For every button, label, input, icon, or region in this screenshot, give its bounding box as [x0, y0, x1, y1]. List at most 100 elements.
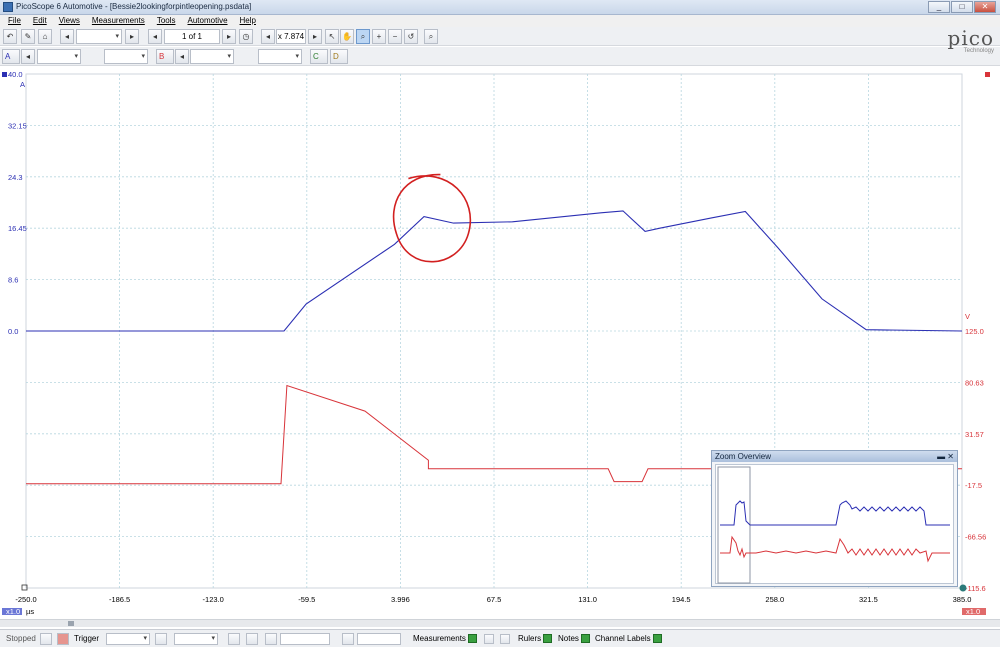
trigger-settings-icon[interactable]: [228, 633, 240, 645]
pretrigger-field[interactable]: [280, 633, 330, 645]
left-tick-label: 0.0: [8, 327, 18, 336]
x-tick-label: 67.5: [487, 595, 502, 604]
channel-c-button[interactable]: C: [310, 49, 328, 64]
next-button[interactable]: ▸: [125, 29, 139, 44]
stop-icon[interactable]: [57, 633, 69, 645]
minimize-button[interactable]: _: [928, 1, 950, 13]
trigger-delay-prev[interactable]: [342, 633, 354, 645]
notes-icon[interactable]: [580, 634, 590, 644]
channel-b-prev[interactable]: ◂: [175, 49, 189, 64]
zoom-out-icon[interactable]: −: [388, 29, 402, 44]
channel-a-button[interactable]: A: [2, 49, 20, 64]
back-icon[interactable]: ↶: [3, 29, 17, 44]
trigger-mode-select[interactable]: ▾: [106, 633, 150, 645]
zoom-in-icon[interactable]: +: [372, 29, 386, 44]
page-prev-button[interactable]: ◂: [148, 29, 162, 44]
left-tick-label: 16.45: [8, 224, 27, 233]
channel-a-range[interactable]: ▾: [37, 49, 81, 64]
trigger-delay-field[interactable]: [357, 633, 401, 645]
menu-edit[interactable]: Edit: [33, 15, 47, 27]
timebase-select[interactable]: ▾: [76, 29, 122, 44]
ruler-handle-right[interactable]: [959, 584, 967, 592]
trigger-edge-icon[interactable]: [155, 633, 167, 645]
menu-views[interactable]: Views: [59, 15, 80, 27]
horizontal-scrollbar[interactable]: [0, 619, 1000, 627]
x-tick-label: 258.0: [765, 595, 784, 604]
rulers-icon[interactable]: [543, 634, 553, 644]
x-axis-unit: µs: [26, 607, 34, 616]
overview-trace-b: [720, 535, 950, 563]
trigger-level-select[interactable]: ▾: [174, 633, 218, 645]
right-tick-label: -17.5: [965, 481, 982, 490]
channel-a-coupling[interactable]: ▾: [104, 49, 148, 64]
menu-bar: File Edit Views Measurements Tools Autom…: [0, 15, 1000, 27]
channel-a-prev[interactable]: ◂: [21, 49, 35, 64]
zoom-next-button[interactable]: ▸: [308, 29, 322, 44]
edit-measurement-icon[interactable]: [484, 634, 494, 644]
channel-labels-icon[interactable]: [652, 634, 662, 644]
channel-b-marker[interactable]: [985, 72, 990, 77]
hand-icon[interactable]: ✋: [340, 29, 354, 44]
close-button[interactable]: ✕: [974, 1, 996, 13]
zoom-area-icon[interactable]: ⌕: [356, 29, 370, 44]
right-axis-unit: V: [965, 312, 970, 321]
left-tick-label: 32.15: [8, 121, 27, 130]
menu-file[interactable]: File: [8, 15, 21, 27]
channel-a-marker[interactable]: [2, 72, 7, 77]
measurements-label[interactable]: Measurements: [413, 632, 477, 646]
left-tick-label: 24.3: [8, 173, 23, 182]
channel-labels-label[interactable]: Channel Labels: [595, 632, 662, 646]
prev-button[interactable]: ◂: [60, 29, 74, 44]
channel-b-range[interactable]: ▾: [190, 49, 234, 64]
clock-icon[interactable]: ◷: [239, 29, 253, 44]
notes-label[interactable]: Notes: [558, 632, 590, 646]
channel-d-button[interactable]: D: [330, 49, 348, 64]
channel-b-coupling[interactable]: ▾: [258, 49, 302, 64]
left-axis-unit: A: [20, 80, 25, 89]
channel-b-button[interactable]: B: [156, 49, 174, 64]
x-tick-label: 194.5: [672, 595, 691, 604]
x-tick-label: 321.5: [859, 595, 878, 604]
x-tick-label: 3.996: [391, 595, 410, 604]
run-state: Stopped: [6, 634, 36, 643]
zoom-overview-title: Zoom Overview: [715, 452, 772, 461]
maximize-button[interactable]: □: [951, 1, 973, 13]
channel-toolbar: A ◂ ▾ ▾ B ◂ ▾ ▾ C D: [0, 47, 1000, 66]
overview-trace-a: [720, 500, 950, 526]
trigger-advanced-icon[interactable]: [246, 633, 258, 645]
minimize-icon[interactable]: ▬: [937, 452, 945, 461]
delete-measurement-icon[interactable]: [500, 634, 510, 644]
left-tick-label: 40.0: [8, 70, 23, 79]
menu-tools[interactable]: Tools: [157, 15, 176, 27]
pointer-icon[interactable]: ↖: [325, 29, 339, 44]
right-tick-label: -115.6: [965, 584, 986, 593]
zoom-prev-button[interactable]: ◂: [261, 29, 275, 44]
zoom-level: x 7.874: [276, 29, 306, 44]
close-icon[interactable]: ✕: [947, 452, 954, 461]
undo-zoom-icon[interactable]: ↺: [404, 29, 418, 44]
page-next-button[interactable]: ▸: [222, 29, 236, 44]
window-title: PicoScope 6 Automotive - [Bessie2looking…: [16, 2, 252, 11]
x-tick-label: 385.0: [953, 595, 972, 604]
right-tick-label: -66.56: [965, 533, 986, 542]
menu-automotive[interactable]: Automotive: [188, 15, 228, 27]
trigger-label[interactable]: Trigger: [74, 632, 99, 646]
start-icon[interactable]: [40, 633, 52, 645]
scrollbar-thumb[interactable]: [68, 621, 74, 626]
add-measurement-icon[interactable]: [467, 634, 477, 644]
x-tick-label: 131.0: [578, 595, 597, 604]
title-bar: PicoScope 6 Automotive - [Bessie2looking…: [0, 0, 1000, 15]
edit-icon[interactable]: ✎: [21, 29, 35, 44]
rulers-label[interactable]: Rulers: [518, 632, 553, 646]
pretrigger-prev[interactable]: [265, 633, 277, 645]
right-tick-label: 125.0: [965, 327, 984, 336]
menu-help[interactable]: Help: [240, 15, 256, 27]
zoom-overview-graph[interactable]: [715, 464, 954, 584]
zoom-overview-panel[interactable]: Zoom Overview ▬ ✕: [711, 450, 958, 587]
home-icon[interactable]: ⌂: [38, 29, 52, 44]
zoom-fit-icon[interactable]: ⌕: [424, 29, 438, 44]
main-toolbar: ↶ ✎ ⌂ ◂ ▾ ▸ ◂ 1 of 1 ▸ ◷ ◂ x 7.874 ▸ ↖ ✋…: [0, 27, 1000, 46]
x-tick-label: -186.5: [109, 595, 130, 604]
menu-measurements[interactable]: Measurements: [92, 15, 145, 27]
page-indicator: 1 of 1: [164, 29, 220, 44]
